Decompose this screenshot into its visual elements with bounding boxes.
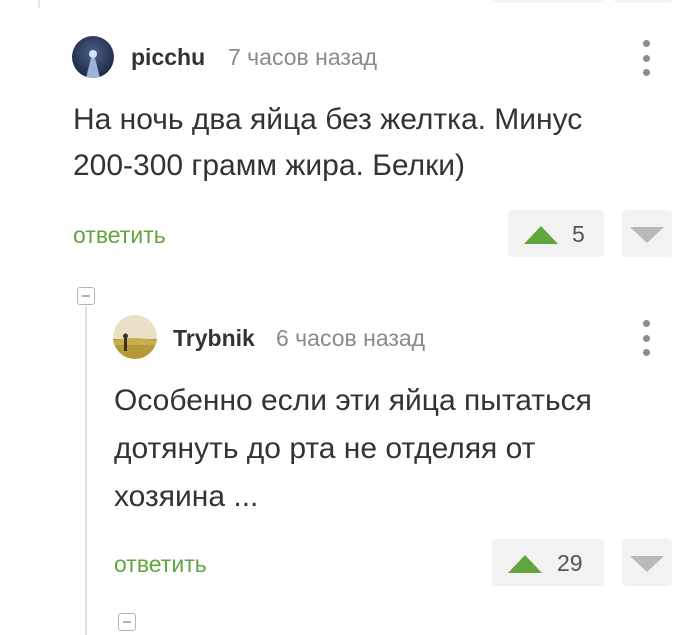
rating-count: 29 (557, 550, 583, 576)
comment-time[interactable]: 6 часов назад (276, 325, 425, 352)
upvote-button[interactable]: 5 (508, 210, 604, 257)
previous-rating-box (492, 0, 604, 3)
comment-text-line: На ночь два яйца без желтка. Минус (73, 103, 583, 136)
triangle-up-icon (524, 226, 558, 244)
comment-text: Особенно если эти яйца пытаться дотянуть… (114, 377, 684, 521)
avatar[interactable] (72, 36, 114, 78)
more-options-button[interactable] (636, 40, 656, 76)
downvote-button[interactable] (622, 210, 672, 257)
previous-downvote-button[interactable] (614, 0, 672, 3)
collapse-minus-icon (123, 621, 131, 623)
reply-button[interactable]: ответить (114, 551, 207, 578)
more-options-button[interactable] (636, 320, 656, 356)
comment-text-line: хозяина ... (114, 480, 259, 513)
triangle-up-icon (508, 555, 542, 573)
comment-time[interactable]: 7 часов назад (228, 44, 377, 71)
comment-username[interactable]: Trybnik (173, 325, 255, 352)
avatar[interactable] (113, 315, 157, 359)
triangle-down-icon (630, 556, 664, 572)
reply-button[interactable]: ответить (73, 222, 166, 249)
upvote-button[interactable]: 29 (492, 539, 604, 586)
thread-line-top (38, 0, 40, 8)
collapse-minus-icon (82, 295, 90, 297)
downvote-button[interactable] (622, 539, 672, 586)
kebab-menu-icon (642, 40, 650, 47)
collapse-thread-button[interactable] (77, 287, 95, 305)
kebab-menu-icon (642, 320, 650, 327)
collapse-thread-button[interactable] (118, 613, 136, 631)
comment-text: На ночь два яйца без желтка. Минус 200-3… (73, 97, 673, 189)
comment-text-line: дотянуть до рта не отделяя от (114, 432, 536, 465)
comment-text-line: Особенно если эти яйца пытаться (114, 384, 592, 417)
triangle-down-icon (630, 227, 664, 243)
comment-username[interactable]: picchu (131, 44, 205, 71)
rating-count: 5 (572, 221, 585, 247)
thread-line (85, 306, 87, 635)
comment-text-line: 200-300 грамм жира. Белки) (73, 149, 465, 182)
